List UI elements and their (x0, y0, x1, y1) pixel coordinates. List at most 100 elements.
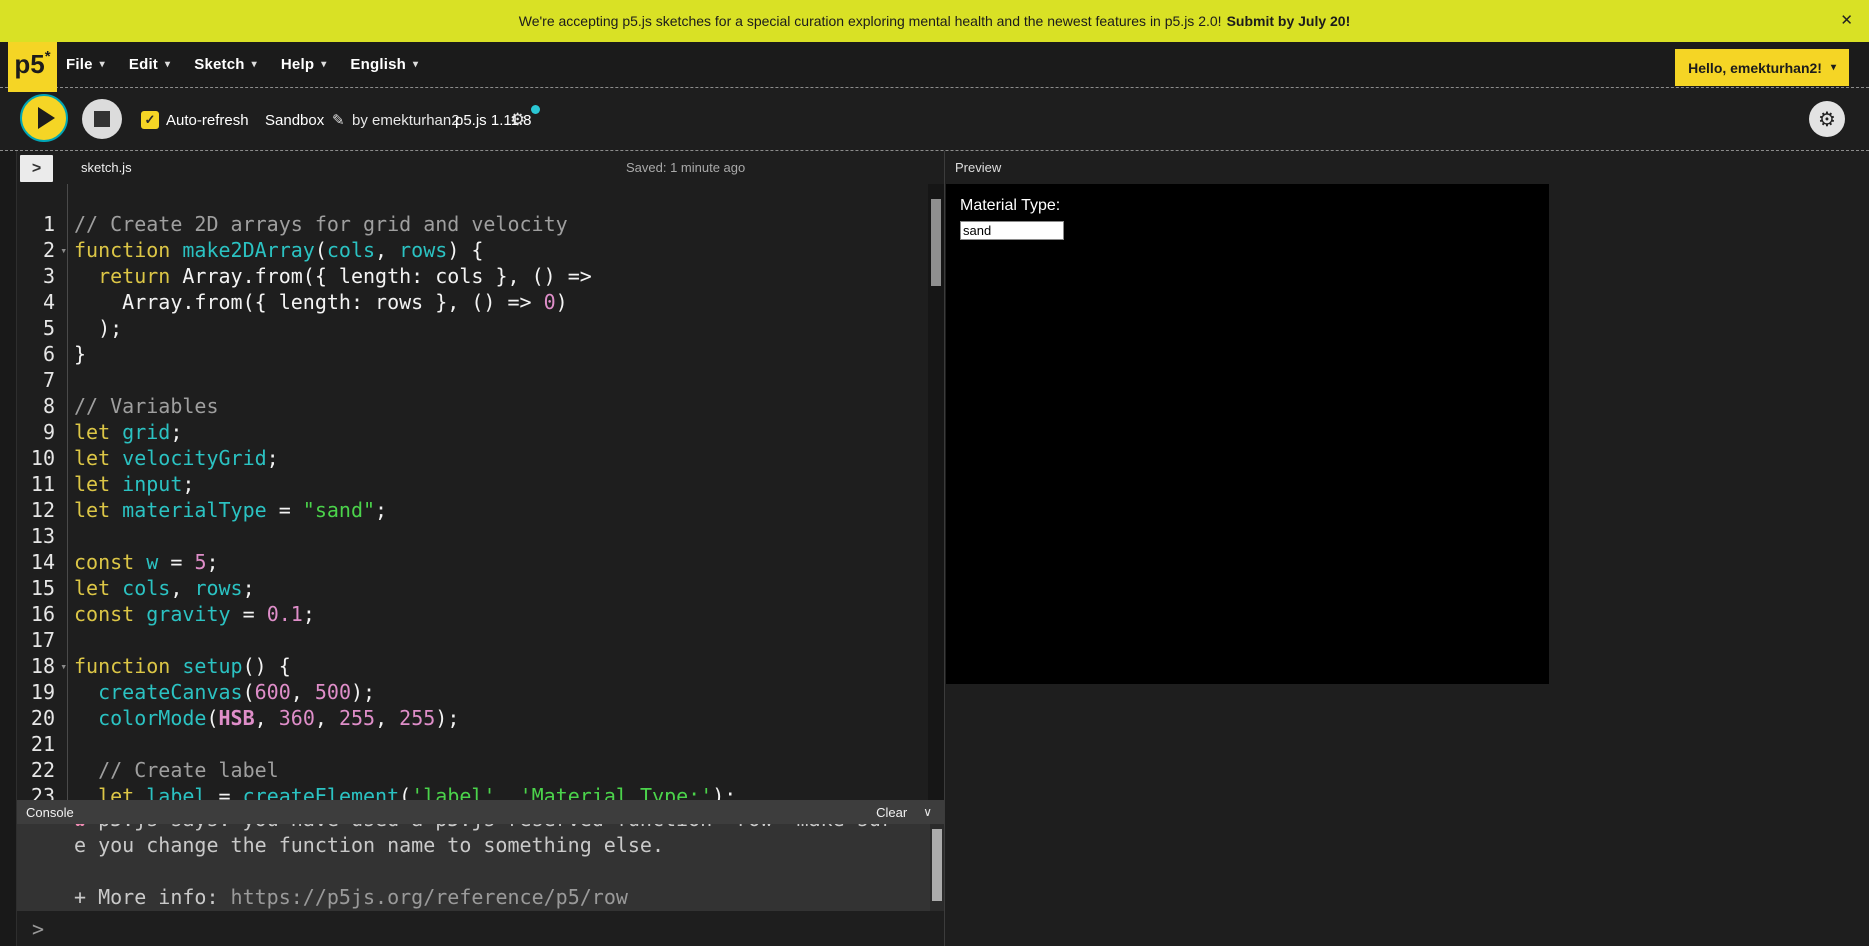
sidebar-collapsed-strip (0, 151, 17, 946)
code-line: 5 ); (17, 315, 944, 341)
code-lines: 1// Create 2D arrays for grid and veloci… (17, 184, 944, 800)
menu-edit[interactable]: Edit ▾ (129, 56, 170, 73)
console-log-lines: ✿ p5.js says: you have used a p5.js rese… (17, 824, 944, 910)
sidebar-expand-button[interactable]: > (20, 155, 53, 182)
check-icon: ✓ (145, 112, 156, 128)
line-number: 1 (17, 211, 67, 237)
chevron-down-icon: ▾ (100, 59, 105, 70)
editor-header: > sketch.js Saved: 1 minute ago (17, 151, 944, 184)
code-line: 13 (17, 523, 944, 549)
console-header: Console Clear ∨ (17, 800, 944, 824)
announcement-text: We're accepting p5.js sketches for a spe… (519, 13, 1222, 29)
menu-sketch[interactable]: Sketch ▾ (194, 56, 257, 73)
code-line: 6} (17, 341, 944, 367)
p5-logo[interactable]: p5* (8, 42, 57, 92)
auto-refresh-label: Auto-refresh (166, 112, 249, 129)
editor-scrollbar-thumb[interactable] (931, 199, 941, 286)
auto-refresh-checkbox[interactable]: ✓ (141, 111, 159, 129)
top-nav: p5* File ▾ Edit ▾ Sketch ▾ Help ▾ Englis… (0, 42, 1869, 87)
code-line-text: return Array.from({ length: cols }, () =… (67, 263, 592, 289)
line-number: 22 (17, 757, 67, 783)
code-line-text (67, 731, 74, 757)
code-line: 20 colorMode(HSB, 360, 255, 255); (17, 705, 944, 731)
gutter-divider (67, 184, 68, 800)
close-icon[interactable]: ✕ (1840, 11, 1853, 31)
code-line: 19 createCanvas(600, 500); (17, 679, 944, 705)
line-number: 9 (17, 419, 67, 445)
material-type-input[interactable] (960, 221, 1064, 240)
menu-language[interactable]: English ▾ (350, 56, 418, 73)
preferences-button[interactable]: ⚙ (1809, 101, 1845, 137)
code-line-text: let velocityGrid; (67, 445, 279, 471)
code-line: 14const w = 5; (17, 549, 944, 575)
code-line-text: function make2DArray(cols, rows) { (67, 237, 483, 263)
code-line-text (67, 367, 74, 393)
line-number: 23 (17, 783, 67, 800)
sketch-canvas[interactable]: Material Type: (946, 184, 1549, 684)
play-button[interactable] (20, 94, 68, 142)
code-line-text: function setup() { (67, 653, 291, 679)
code-line: 1// Create 2D arrays for grid and veloci… (17, 211, 944, 237)
console-prompt[interactable]: > (17, 911, 944, 946)
console-clear-button[interactable]: Clear (876, 805, 907, 820)
code-line-text (67, 627, 74, 653)
console-collapse-icon[interactable]: ∨ (923, 805, 932, 819)
code-line: 11let input; (17, 471, 944, 497)
fold-arrow-icon[interactable]: ▾ (60, 654, 67, 680)
code-line-text: // Variables (67, 393, 219, 419)
code-line: 12let materialType = "sand"; (17, 497, 944, 523)
chevron-down-icon: ▾ (165, 59, 170, 70)
code-editor[interactable]: 1// Create 2D arrays for grid and veloci… (17, 184, 944, 800)
console-line: + More info: https://p5js.org/reference/… (74, 884, 944, 910)
line-number: 14 (17, 549, 67, 575)
line-number: 20 (17, 705, 67, 731)
console-scrollbar-thumb[interactable] (932, 829, 942, 901)
chevron-right-icon: > (32, 160, 41, 178)
console-title: Console (26, 805, 74, 820)
flower-icon: ✿ (74, 824, 86, 831)
menu-file[interactable]: File ▾ (66, 56, 105, 73)
code-line-text: Array.from({ length: rows }, () => 0) (67, 289, 568, 315)
code-line-text: let grid; (67, 419, 182, 445)
line-number: 12 (17, 497, 67, 523)
material-type-label: Material Type: (960, 197, 1535, 215)
project-name: Sandbox (265, 112, 324, 129)
code-line: 17 (17, 627, 944, 653)
line-number: 4 (17, 289, 67, 315)
stop-button[interactable] (82, 99, 122, 139)
tab-sketch-js[interactable]: sketch.js (81, 160, 132, 175)
console-output: ✿ p5.js says: you have used a p5.js rese… (17, 824, 944, 911)
edit-project-name-icon[interactable]: ✎ (332, 111, 345, 129)
line-number: 2▾ (17, 237, 67, 263)
user-account-button[interactable]: Hello, emekturhan2! ▾ (1675, 49, 1849, 86)
line-number: 16 (17, 601, 67, 627)
logo-asterisk: * (45, 42, 51, 72)
update-available-dot (531, 105, 540, 114)
gear-icon: ⚙ (1818, 107, 1836, 132)
version-settings-gear-icon[interactable]: ⚙ (510, 110, 525, 130)
code-line-text (67, 523, 74, 549)
line-number: 8 (17, 393, 67, 419)
code-line: 15let cols, rows; (17, 575, 944, 601)
line-number: 7 (17, 367, 67, 393)
fold-arrow-icon[interactable]: ▾ (60, 238, 67, 264)
console-line: e you change the function name to someth… (74, 832, 944, 858)
code-line: 9let grid; (17, 419, 944, 445)
announcement-cta[interactable]: Submit by July 20! (1227, 13, 1351, 29)
stop-icon (94, 111, 110, 127)
code-line-text: // Create 2D arrays for grid and velocit… (67, 211, 568, 237)
code-line: 10let velocityGrid; (17, 445, 944, 471)
code-line-text: colorMode(HSB, 360, 255, 255); (67, 705, 459, 731)
code-line: 8// Variables (17, 393, 944, 419)
code-line: 21 (17, 731, 944, 757)
console-scrollbar (930, 824, 944, 911)
reference-link[interactable]: https://p5js.org/reference/p5/row (231, 885, 628, 909)
project-owner: by emekturhan2 (352, 112, 460, 129)
code-line-text: let input; (67, 471, 194, 497)
chevron-down-icon: ▾ (321, 59, 326, 70)
code-line: 16const gravity = 0.1; (17, 601, 944, 627)
code-line: 18▾function setup() { (17, 653, 944, 679)
code-line: 23 let label = createElement('label', 'M… (17, 783, 944, 800)
code-line-text: let label = createElement('label', 'Mate… (67, 783, 736, 800)
menu-help[interactable]: Help ▾ (281, 56, 327, 73)
